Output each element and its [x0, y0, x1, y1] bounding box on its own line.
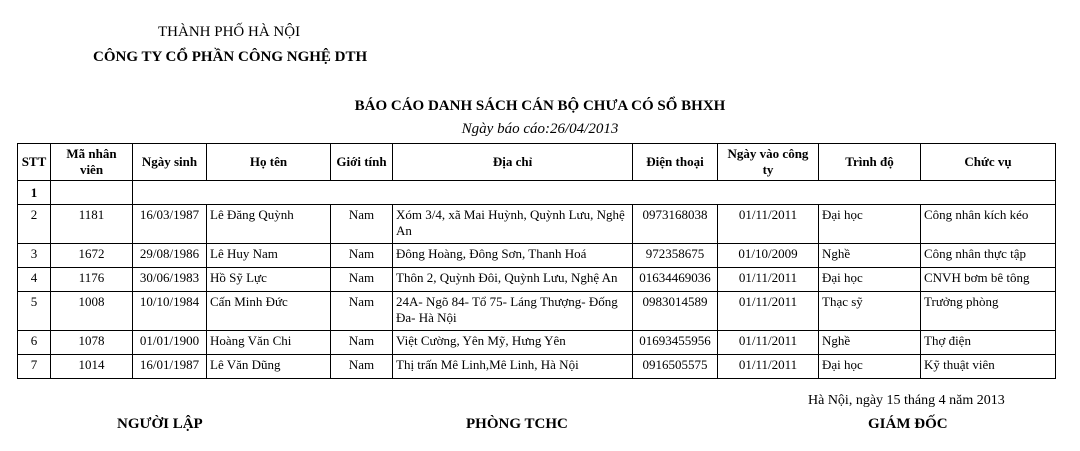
cell-position: CNVH bơm bê tông	[920, 267, 1056, 292]
table-row: 5 1008 10/10/1984 Cấn Minh Đức Nam 24A- …	[17, 291, 1056, 331]
table-header-row: STT Mã nhân viên Ngày sinh Họ tên Giới t…	[17, 143, 1056, 181]
cell-join-date: 01/10/2009	[717, 243, 819, 268]
cell-phone: 0983014589	[632, 291, 718, 331]
cell-address: Thôn 2, Quỳnh Đôi, Quỳnh Lưu, Nghệ An	[392, 267, 633, 292]
signer-director: GIÁM ĐỐC	[868, 416, 948, 432]
column-header-full-name: Họ tên	[206, 143, 331, 181]
cell-employee-id: 1008	[50, 291, 133, 331]
cell-full-name: Cấn Minh Đức	[206, 291, 331, 331]
column-header-address: Địa chỉ	[392, 143, 633, 181]
cell-address: Xóm 3/4, xã Mai Huỳnh, Quỳnh Lưu, Nghệ A…	[392, 204, 633, 244]
cell-address: Đông Hoàng, Đông Sơn, Thanh Hoá	[392, 243, 633, 268]
cell-employee-id: 1078	[50, 330, 133, 355]
cell-address: Thị trấn Mê Linh,Mê Linh, Hà Nội	[392, 354, 633, 379]
cell-join-date: 01/11/2011	[717, 204, 819, 244]
cell-gender: Nam	[330, 243, 393, 268]
column-header-join-date: Ngày vào công ty	[717, 143, 819, 181]
cell-position: Trưởng phòng	[920, 291, 1056, 331]
cell-birth-date: 29/08/1986	[132, 243, 207, 268]
cell-education: Đại học	[818, 354, 921, 379]
cell-birth-date: 16/03/1987	[132, 204, 207, 244]
cell-address: Việt Cường, Yên Mỹ, Hưng Yên	[392, 330, 633, 355]
company-name: CÔNG TY CỔ PHẦN CÔNG NGHỆ DTH	[93, 49, 368, 65]
cell-employee-id: 1176	[50, 267, 133, 292]
cell-full-name: Hồ Sỹ Lực	[206, 267, 331, 292]
cell-position: Công nhân thực tập	[920, 243, 1056, 268]
signer-hr-department: PHÒNG TCHC	[466, 416, 568, 432]
cell-stt: 7	[17, 354, 51, 379]
table-row: 7 1014 16/01/1987 Lê Văn Dũng Nam Thị tr…	[17, 354, 1056, 379]
column-header-gender: Giới tính	[330, 143, 393, 181]
column-header-stt: STT	[17, 143, 51, 181]
cell-phone: 01634469036	[632, 267, 718, 292]
cell-phone: 01693455956	[632, 330, 718, 355]
cell-full-name: Lê Huy Nam	[206, 243, 331, 268]
cell-position: Kỹ thuật viên	[920, 354, 1056, 379]
group-label: 1	[17, 180, 51, 205]
cell-employee-id: 1181	[50, 204, 133, 244]
group-spacer-cell	[132, 180, 1056, 205]
cell-stt: 3	[17, 243, 51, 268]
table-row: 4 1176 30/06/1983 Hồ Sỹ Lực Nam Thôn 2, …	[17, 267, 1056, 292]
cell-stt: 6	[17, 330, 51, 355]
cell-phone: 0916505575	[632, 354, 718, 379]
cell-full-name: Hoàng Văn Chi	[206, 330, 331, 355]
cell-join-date: 01/11/2011	[717, 291, 819, 331]
cell-phone: 972358675	[632, 243, 718, 268]
cell-education: Đại học	[818, 267, 921, 292]
cell-join-date: 01/11/2011	[717, 354, 819, 379]
cell-gender: Nam	[330, 204, 393, 244]
cell-birth-date: 30/06/1983	[132, 267, 207, 292]
staff-table: STT Mã nhân viên Ngày sinh Họ tên Giới t…	[17, 143, 1056, 379]
cell-stt: 2	[17, 204, 51, 244]
cell-education: Nghề	[818, 330, 921, 355]
cell-position: Thợ điện	[920, 330, 1056, 355]
cell-gender: Nam	[330, 354, 393, 379]
cell-gender: Nam	[330, 330, 393, 355]
cell-address: 24A- Ngõ 84- Tổ 75- Láng Thượng- Đống Đa…	[392, 291, 633, 331]
table-row: 6 1078 01/01/1900 Hoàng Văn Chi Nam Việt…	[17, 330, 1056, 355]
signature-date-place: Hà Nội, ngày 15 tháng 4 năm 2013	[808, 393, 1005, 408]
report-date: Ngày báo cáo:26/04/2013	[461, 121, 619, 137]
report-title: BÁO CÁO DANH SÁCH CÁN BỘ CHƯA CÓ SỔ BHXH	[354, 98, 726, 114]
cell-employee-id: 1014	[50, 354, 133, 379]
cell-birth-date: 01/01/1900	[132, 330, 207, 355]
cell-education: Nghề	[818, 243, 921, 268]
cell-join-date: 01/11/2011	[717, 267, 819, 292]
city-name: THÀNH PHỐ HÀ NỘI	[158, 24, 301, 40]
column-header-birth-date: Ngày sinh	[132, 143, 207, 181]
column-header-education: Trình độ	[818, 143, 921, 181]
cell-position: Công nhân kích kéo	[920, 204, 1056, 244]
group-row: 1	[17, 180, 1056, 205]
group-blank-cell	[50, 180, 133, 205]
cell-employee-id: 1672	[50, 243, 133, 268]
column-header-phone: Điện thoại	[632, 143, 718, 181]
cell-education: Thạc sỹ	[818, 291, 921, 331]
cell-education: Đại học	[818, 204, 921, 244]
cell-gender: Nam	[330, 267, 393, 292]
cell-gender: Nam	[330, 291, 393, 331]
cell-phone: 0973168038	[632, 204, 718, 244]
cell-stt: 4	[17, 267, 51, 292]
cell-join-date: 01/11/2011	[717, 330, 819, 355]
cell-stt: 5	[17, 291, 51, 331]
signer-preparer: NGƯỜI LẬP	[117, 416, 203, 432]
table-row: 2 1181 16/03/1987 Lê Đăng Quỳnh Nam Xóm …	[17, 204, 1056, 244]
cell-birth-date: 16/01/1987	[132, 354, 207, 379]
cell-full-name: Lê Văn Dũng	[206, 354, 331, 379]
cell-birth-date: 10/10/1984	[132, 291, 207, 331]
table-row: 3 1672 29/08/1986 Lê Huy Nam Nam Đông Ho…	[17, 243, 1056, 268]
column-header-employee-id: Mã nhân viên	[50, 143, 133, 181]
cell-full-name: Lê Đăng Quỳnh	[206, 204, 331, 244]
column-header-position: Chức vụ	[920, 143, 1056, 181]
